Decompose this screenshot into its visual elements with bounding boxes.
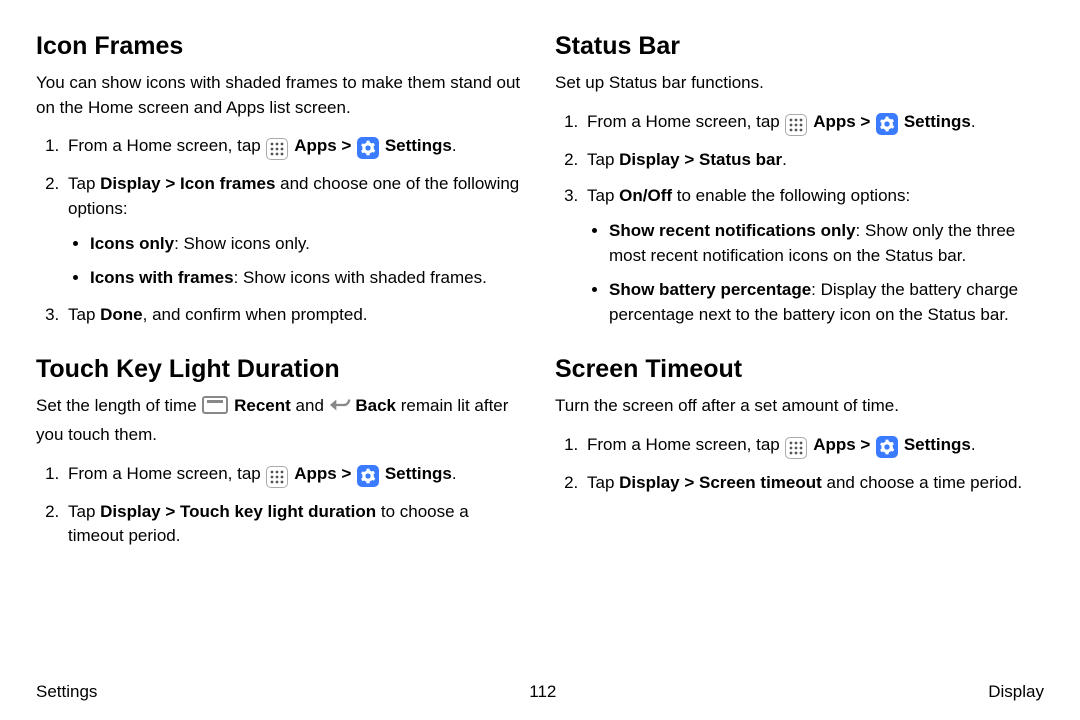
footer-page-number: 112 xyxy=(529,682,556,702)
bullet: Icons with frames: Show icons with shade… xyxy=(90,266,525,291)
step: Tap Display > Screen timeout and choose … xyxy=(583,471,1044,496)
heading-touch-key: Touch Key Light Duration xyxy=(36,355,525,384)
footer-left: Settings xyxy=(36,682,97,702)
heading-screen-timeout: Screen Timeout xyxy=(555,355,1044,384)
two-column-layout: Icon Frames You can show icons with shad… xyxy=(36,32,1044,561)
intro-touch-key: Set the length of time Recent and Back r… xyxy=(36,394,525,447)
steps-touch-key: From a Home screen, tap Apps > Settings.… xyxy=(36,462,525,549)
left-column: Icon Frames You can show icons with shad… xyxy=(36,32,525,561)
apps-icon xyxy=(785,114,807,136)
bullet: Icons only: Show icons only. xyxy=(90,232,525,257)
bullet: Show recent notifications only: Show onl… xyxy=(609,219,1044,268)
step: From a Home screen, tap Apps > Settings. xyxy=(583,433,1044,459)
step: Tap On/Off to enable the following optio… xyxy=(583,184,1044,327)
right-column: Status Bar Set up Status bar functions. … xyxy=(555,32,1044,561)
sub-bullets: Show recent notifications only: Show onl… xyxy=(587,219,1044,328)
settings-icon xyxy=(357,465,379,487)
step: Tap Display > Touch key light duration t… xyxy=(64,500,525,549)
settings-icon xyxy=(876,113,898,135)
step: From a Home screen, tap Apps > Settings. xyxy=(583,110,1044,136)
page-footer: Settings 112 Display xyxy=(36,682,1044,702)
step: Tap Done, and confirm when prompted. xyxy=(64,303,525,328)
steps-status-bar: From a Home screen, tap Apps > Settings.… xyxy=(555,110,1044,328)
settings-icon xyxy=(357,137,379,159)
apps-icon xyxy=(785,437,807,459)
intro-status-bar: Set up Status bar functions. xyxy=(555,71,1044,96)
intro-icon-frames: You can show icons with shaded frames to… xyxy=(36,71,525,120)
intro-screen-timeout: Turn the screen off after a set amount o… xyxy=(555,394,1044,419)
apps-icon xyxy=(266,138,288,160)
steps-screen-timeout: From a Home screen, tap Apps > Settings.… xyxy=(555,433,1044,496)
back-icon xyxy=(329,400,351,419)
apps-icon xyxy=(266,466,288,488)
sub-bullets: Icons only: Show icons only. Icons with … xyxy=(68,232,525,291)
step: Tap Display > Icon frames and choose one… xyxy=(64,172,525,291)
steps-icon-frames: From a Home screen, tap Apps > Settings.… xyxy=(36,134,525,327)
heading-icon-frames: Icon Frames xyxy=(36,32,525,61)
settings-icon xyxy=(876,436,898,458)
step: From a Home screen, tap Apps > Settings. xyxy=(64,134,525,160)
step: Tap Display > Status bar. xyxy=(583,148,1044,173)
step: From a Home screen, tap Apps > Settings. xyxy=(64,462,525,488)
footer-right: Display xyxy=(988,682,1044,702)
recent-icon xyxy=(202,396,228,414)
heading-status-bar: Status Bar xyxy=(555,32,1044,61)
bullet: Show battery percentage: Display the bat… xyxy=(609,278,1044,327)
